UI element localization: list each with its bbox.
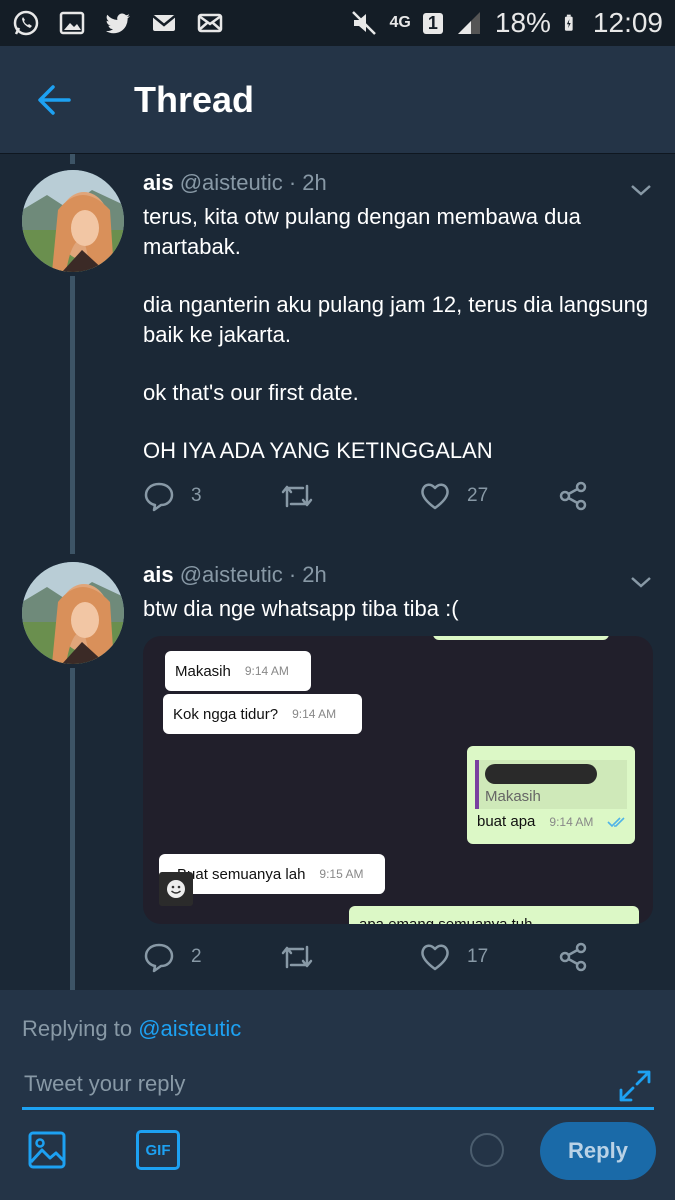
reply-input[interactable] — [22, 1060, 654, 1110]
retweet-icon — [281, 484, 313, 508]
tweet-actions: 3 27 — [143, 480, 643, 520]
twitter-icon — [106, 13, 130, 34]
chat-message-out: apa emang semuanya tuh — [349, 906, 639, 924]
message-time: 9:15 AM — [319, 867, 364, 881]
author-handle-time: @aisteutic · 2h — [179, 562, 327, 587]
share-icon — [559, 942, 587, 972]
share-action[interactable] — [557, 941, 589, 973]
sim-indicator: 1 — [422, 12, 443, 34]
share-action[interactable] — [557, 480, 589, 512]
message-text: apa emang semuanya tuh — [359, 916, 532, 924]
avatar[interactable] — [22, 170, 124, 272]
heart-icon — [421, 944, 449, 971]
double-check-icon — [607, 816, 625, 827]
tweet-meta: ais @aisteutic · 2h — [143, 562, 327, 588]
tweet-paragraph: dia nganterin aku pulang jam 12, terus d… — [143, 292, 649, 347]
like-action[interactable]: 27 — [419, 480, 488, 512]
retweet-action[interactable] — [279, 941, 331, 973]
gif-button[interactable]: GIF — [136, 1130, 180, 1170]
battery-level: 18% — [494, 7, 551, 38]
author-name[interactable]: ais — [143, 562, 174, 587]
replying-handle[interactable]: @aisteutic — [138, 1016, 241, 1041]
redacted-name — [485, 764, 597, 784]
avatar[interactable] — [22, 562, 124, 664]
reply-count: 3 — [191, 485, 202, 506]
emoji-button[interactable] — [159, 872, 193, 906]
reply-action[interactable]: 3 — [143, 480, 202, 512]
smiley-icon — [167, 880, 185, 898]
image-icon[interactable] — [26, 1128, 70, 1172]
tweet[interactable]: ais @aisteutic · 2h btw dia nge whatsapp… — [0, 554, 675, 990]
tweet-text: terus, kita otw pulang dengan membawa du… — [143, 202, 658, 466]
chat-bubble-edge — [433, 636, 609, 640]
replying-to: Replying to @aisteutic — [22, 1016, 241, 1042]
back-button[interactable] — [24, 70, 84, 130]
clock: 12:09 — [592, 7, 663, 38]
tweet-meta: ais @aisteutic · 2h — [143, 170, 327, 196]
quoted-text: Makasih — [485, 788, 541, 805]
mute-icon — [351, 11, 376, 35]
gallery-icon — [59, 11, 85, 35]
chevron-down-icon[interactable] — [629, 178, 653, 202]
tweet-actions: 2 17 — [143, 941, 643, 981]
reply-composer: Replying to @aisteutic GIF Reply — [0, 990, 675, 1200]
character-counter — [470, 1133, 504, 1167]
expand-icon[interactable] — [617, 1068, 653, 1104]
message-time: 9:14 AM — [244, 664, 289, 678]
chevron-down-icon[interactable] — [629, 570, 653, 594]
comment-icon — [144, 482, 174, 512]
replying-prefix: Replying to — [22, 1016, 133, 1041]
message-text: buat apa — [477, 813, 536, 830]
whatsapp-icon — [13, 10, 39, 36]
message-time: 9:14 AM — [292, 707, 337, 721]
tweet-text: btw dia nge whatsapp tiba tiba :( — [143, 594, 658, 624]
tweet-paragraph: btw dia nge whatsapp tiba tiba :( — [143, 596, 459, 621]
mail-icon — [197, 13, 223, 33]
tweet-paragraph: ok that's our first date. — [143, 380, 359, 405]
reply-action[interactable]: 2 — [143, 941, 202, 973]
arrow-left-icon — [38, 84, 71, 115]
gmail-icon — [152, 15, 176, 31]
gif-label: GIF — [145, 1141, 171, 1159]
status-bar: 4G 1 18% 12:09 — [0, 0, 675, 46]
like-action[interactable]: 17 — [419, 941, 488, 973]
chat-message-in: Makasih 9:14 AM — [165, 651, 311, 691]
message-text: Kok ngga tidur? — [173, 705, 279, 723]
chat-message-in: Kok ngga tidur? 9:14 AM — [163, 694, 362, 734]
like-count: 17 — [467, 946, 489, 967]
signal-icon — [457, 12, 480, 34]
chat-message-out: Makasih buat apa 9:14 AM — [467, 746, 635, 844]
share-icon — [559, 481, 587, 511]
heart-icon — [421, 483, 449, 510]
author-handle-time: @aisteutic · 2h — [179, 170, 327, 195]
app-header: Thread — [0, 46, 675, 154]
page-title: Thread — [134, 78, 255, 120]
battery-charging-icon — [564, 14, 573, 31]
network-type: 4G — [389, 14, 411, 31]
like-count: 27 — [467, 485, 489, 506]
comment-icon — [144, 943, 174, 973]
tweet-paragraph: OH IYA ADA YANG KETINGGALAN — [143, 438, 493, 463]
reply-button[interactable]: Reply — [540, 1122, 656, 1180]
thread-list[interactable]: ais @aisteutic · 2h terus, kita otw pula… — [0, 154, 675, 990]
reply-count: 2 — [191, 946, 202, 967]
quoted-message: Makasih — [475, 760, 627, 809]
retweet-action[interactable] — [279, 480, 331, 512]
tweet-paragraph: terus, kita otw pulang dengan membawa du… — [143, 204, 581, 259]
tweet-image[interactable]: Makasih 9:14 AM Kok ngga tidur? 9:14 AM … — [143, 636, 653, 924]
author-name[interactable]: ais — [143, 170, 174, 195]
message-text: Makasih — [175, 662, 231, 680]
message-time: 9:14 AM — [549, 814, 594, 829]
tweet[interactable]: ais @aisteutic · 2h terus, kita otw pula… — [0, 154, 675, 554]
retweet-icon — [281, 945, 313, 969]
